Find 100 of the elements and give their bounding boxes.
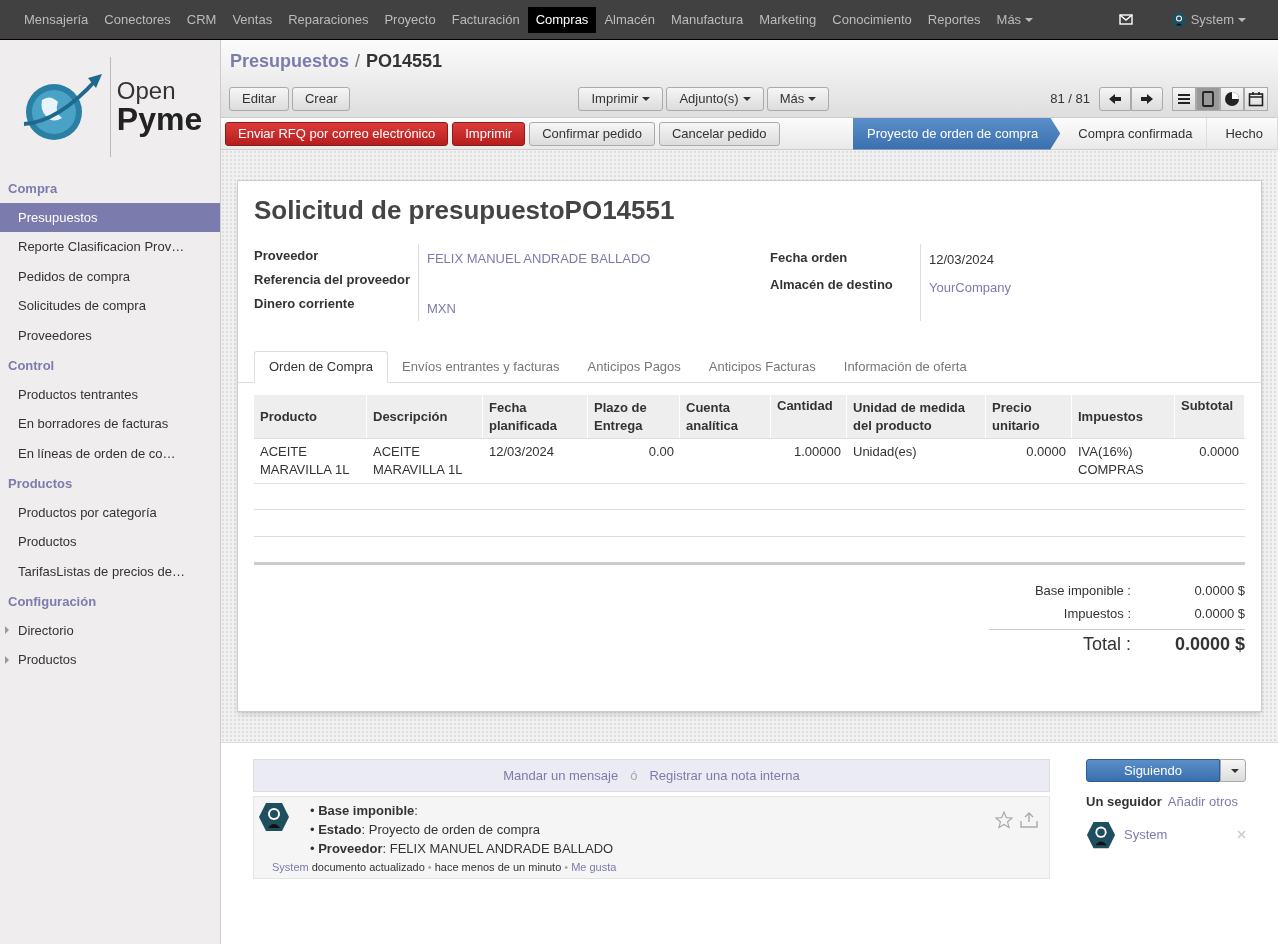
dropdown-button[interactable]: Adjunto(s): [666, 87, 764, 111]
follower-link[interactable]: System: [1124, 824, 1229, 845]
mail-icon[interactable]: [1118, 14, 1133, 25]
action-button[interactable]: Imprimir: [452, 121, 526, 146]
form-tab[interactable]: Anticipos Pagos: [573, 351, 695, 383]
log-note-link[interactable]: Registrar una nota interna: [649, 765, 800, 786]
list-icon: [1177, 92, 1191, 106]
column-header[interactable]: Precio unitario: [986, 395, 1072, 438]
field-label: Fecha orden: [770, 249, 849, 267]
caret-icon: [742, 97, 751, 101]
top-menu-item[interactable]: Facturación: [443, 6, 528, 33]
followers-count: Un seguidor: [1086, 793, 1162, 811]
action-button[interactable]: Confirmar pedido: [529, 121, 655, 146]
toolbar-button[interactable]: Crear: [291, 87, 351, 111]
top-menu-item[interactable]: CRM: [178, 6, 225, 33]
form-tab[interactable]: Anticipos Facturas: [694, 351, 830, 383]
top-menu-item[interactable]: Ventas: [224, 6, 281, 33]
action-button[interactable]: Cancelar pedido: [658, 121, 780, 146]
next-button[interactable]: [1131, 87, 1163, 111]
field-value[interactable]: MXN: [427, 301, 456, 316]
user-menu[interactable]: System: [1190, 9, 1246, 30]
breadcrumb-link[interactable]: Presupuestos: [230, 47, 350, 75]
form-tab[interactable]: Envíos entrantes y facturas: [388, 351, 574, 383]
field-value[interactable]: FELIX MANUEL ANDRADE BALLADO: [427, 251, 651, 266]
total-label: Impuestos :: [1063, 605, 1131, 623]
like-link[interactable]: Me gusta: [571, 859, 617, 876]
top-menu-item[interactable]: Conocimiento: [824, 6, 920, 33]
sidebar-item[interactable]: Presupuestos: [0, 202, 220, 232]
top-menu-item[interactable]: Conectores: [96, 6, 179, 33]
field-label: Almacén de destino: [770, 276, 894, 294]
change-line: • Proveedor: FELIX MANUEL ANDRADE BALLADO: [310, 841, 614, 856]
sidebar-item[interactable]: Reporte Clasificacion Prov…: [0, 232, 220, 262]
table-cell-text: 0.0000: [1198, 443, 1240, 461]
sidebar-item[interactable]: En borradores de facturas: [0, 409, 220, 439]
top-menu-item[interactable]: Reparaciones: [280, 6, 377, 33]
sidebar-item[interactable]: Solicitudes de compra: [0, 291, 220, 321]
view-switch-button[interactable]: [1220, 87, 1244, 111]
total-value: 0.0000 $: [1173, 633, 1245, 656]
star-icon[interactable]: [995, 811, 1013, 829]
dropdown-button[interactable]: Más: [766, 87, 830, 111]
column-header[interactable]: Impuestos: [1072, 395, 1175, 438]
sidebar-item[interactable]: Productos por categoría: [0, 497, 220, 527]
column-header[interactable]: Producto: [254, 395, 367, 438]
column-header[interactable]: Descripción: [367, 395, 483, 438]
top-menu-item[interactable]: Manufactura: [662, 6, 752, 33]
view-switch-button[interactable]: [1244, 87, 1268, 111]
avatar-icon: [258, 801, 290, 833]
caret-icon: [642, 97, 651, 101]
separator-dot: •: [564, 860, 569, 875]
message-time: hace menos de un minuto: [434, 860, 562, 875]
sidebar-item[interactable]: Pedidos de compra: [0, 261, 220, 291]
column-header[interactable]: Cuenta analítica: [680, 395, 771, 438]
left-arrow-icon: [1108, 93, 1122, 105]
toolbar-button[interactable]: Editar: [229, 87, 289, 111]
sidebar-item[interactable]: Directorio: [0, 615, 220, 645]
sidebar-item[interactable]: Productos: [0, 645, 220, 675]
total-label: Total :: [1082, 633, 1131, 656]
more-menu[interactable]: Más: [988, 9, 1042, 30]
field-value[interactable]: YourCompany: [929, 276, 1011, 304]
form-tab[interactable]: Información de oferta: [829, 351, 981, 383]
status-step: Compra confirmada: [1064, 117, 1208, 150]
caret-icon: [808, 97, 817, 101]
add-followers-link[interactable]: Añadir otros: [1167, 792, 1238, 812]
column-header[interactable]: Cantidad: [771, 395, 847, 438]
view-switch-button[interactable]: [1172, 87, 1196, 111]
table-cell-text: ACEITE MARAVILLA 1L: [259, 443, 351, 479]
following-button[interactable]: Siguiendo: [1086, 759, 1220, 782]
follow-options-button[interactable]: [1220, 759, 1246, 782]
column-header[interactable]: Plazo de Entrega: [588, 395, 680, 438]
status-step: Hecho: [1211, 117, 1278, 150]
field-label: Dinero corriente: [254, 295, 356, 312]
top-menu-item[interactable]: Marketing: [751, 6, 825, 33]
author-link[interactable]: System: [272, 859, 309, 876]
view-switch-button[interactable]: [1196, 87, 1220, 111]
top-menu-item[interactable]: Compras: [527, 6, 597, 33]
top-menu-item[interactable]: Reportes: [919, 6, 989, 33]
sidebar-section-title: Control: [7, 357, 56, 375]
expand-arrow-icon: [5, 626, 9, 635]
sidebar-item[interactable]: Productos: [0, 527, 220, 557]
column-header[interactable]: Subtotal: [1175, 395, 1245, 438]
top-menu-item[interactable]: Proyecto: [376, 6, 444, 33]
caret-icon: [1231, 768, 1239, 773]
sidebar-item[interactable]: Productos tentrantes: [0, 379, 220, 409]
caret-icon: [1025, 17, 1034, 22]
sidebar-item[interactable]: En líneas de orden de co…: [0, 438, 220, 468]
sidebar-item[interactable]: TarifasListas de precios de…: [0, 556, 220, 586]
total-value: 0.0000 $: [1193, 605, 1245, 623]
column-header[interactable]: Fecha planificada: [483, 395, 588, 438]
dropdown-button[interactable]: Imprimir: [578, 87, 664, 111]
top-menu-item[interactable]: Almacén: [596, 6, 663, 33]
form-tab[interactable]: Orden de Compra: [254, 351, 389, 383]
previous-button[interactable]: [1099, 87, 1131, 111]
table-cell-text: 1.00000: [793, 443, 842, 461]
column-header[interactable]: Unidad de medida del producto: [847, 395, 986, 438]
top-menu-item[interactable]: Mensajería: [16, 6, 97, 33]
avatar-icon: [1086, 819, 1116, 850]
sidebar-item[interactable]: Proveedores: [0, 320, 220, 350]
action-button[interactable]: Enviar RFQ por correo electrónico: [225, 121, 449, 146]
send-message-link[interactable]: Mandar un mensaje: [503, 765, 619, 786]
field-label: Proveedor: [254, 247, 320, 265]
